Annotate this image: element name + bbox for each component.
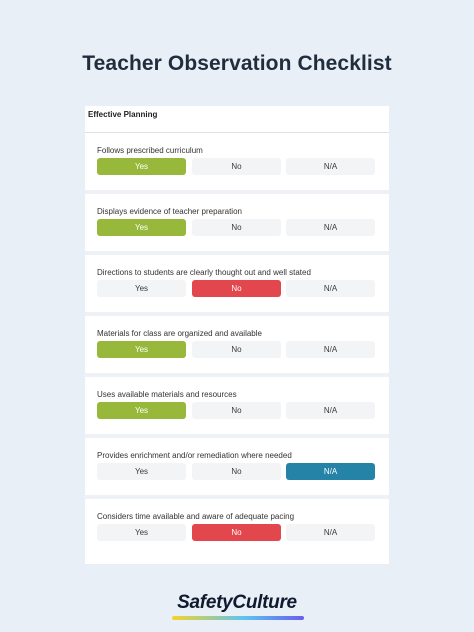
question-item: Displays evidence of teacher preparation… — [85, 194, 389, 251]
question-text: Uses available materials and resources — [97, 390, 237, 399]
no-option[interactable]: No — [192, 341, 281, 358]
logo-underline — [172, 616, 304, 620]
yes-option[interactable]: Yes — [97, 219, 186, 236]
question-text: Considers time available and aware of ad… — [97, 512, 295, 521]
question-item: Considers time available and aware of ad… — [85, 499, 389, 556]
na-option[interactable]: N/A — [286, 463, 375, 480]
question-text: Directions to students are clearly thoug… — [97, 268, 311, 277]
no-option[interactable]: No — [192, 524, 281, 541]
checklist-card: Effective Planning Follows prescribed cu… — [85, 106, 389, 564]
page-title: Teacher Observation Checklist — [82, 52, 392, 75]
na-option[interactable]: N/A — [286, 280, 375, 297]
yes-option[interactable]: Yes — [97, 402, 186, 419]
question-text: Displays evidence of teacher preparation — [97, 207, 242, 216]
no-option[interactable]: No — [192, 280, 281, 297]
question-item: Materials for class are organized and av… — [85, 316, 389, 373]
no-option[interactable]: No — [192, 463, 281, 480]
yes-option[interactable]: Yes — [97, 158, 186, 175]
question-text: Materials for class are organized and av… — [97, 329, 262, 338]
section-header: Effective Planning — [85, 106, 389, 133]
yes-option[interactable]: Yes — [97, 524, 186, 541]
question-item: Uses available materials and resources Y… — [85, 377, 389, 434]
na-option[interactable]: N/A — [286, 158, 375, 175]
question-item: Directions to students are clearly thoug… — [85, 255, 389, 312]
yes-option[interactable]: Yes — [97, 280, 186, 297]
question-item: Provides enrichment and/or remediation w… — [85, 438, 389, 495]
question-text: Follows prescribed curriculum — [97, 146, 203, 155]
yes-option[interactable]: Yes — [97, 341, 186, 358]
question-text: Provides enrichment and/or remediation w… — [97, 451, 292, 460]
safetyculture-logo: SafetyCulture — [177, 592, 297, 613]
no-option[interactable]: No — [192, 158, 281, 175]
question-item: Follows prescribed curriculum Yes No N/A — [85, 133, 389, 190]
no-option[interactable]: No — [192, 219, 281, 236]
section-title: Effective Planning — [88, 110, 158, 119]
na-option[interactable]: N/A — [286, 524, 375, 541]
no-option[interactable]: No — [192, 402, 281, 419]
yes-option[interactable]: Yes — [97, 463, 186, 480]
na-option[interactable]: N/A — [286, 219, 375, 236]
na-option[interactable]: N/A — [286, 341, 375, 358]
na-option[interactable]: N/A — [286, 402, 375, 419]
